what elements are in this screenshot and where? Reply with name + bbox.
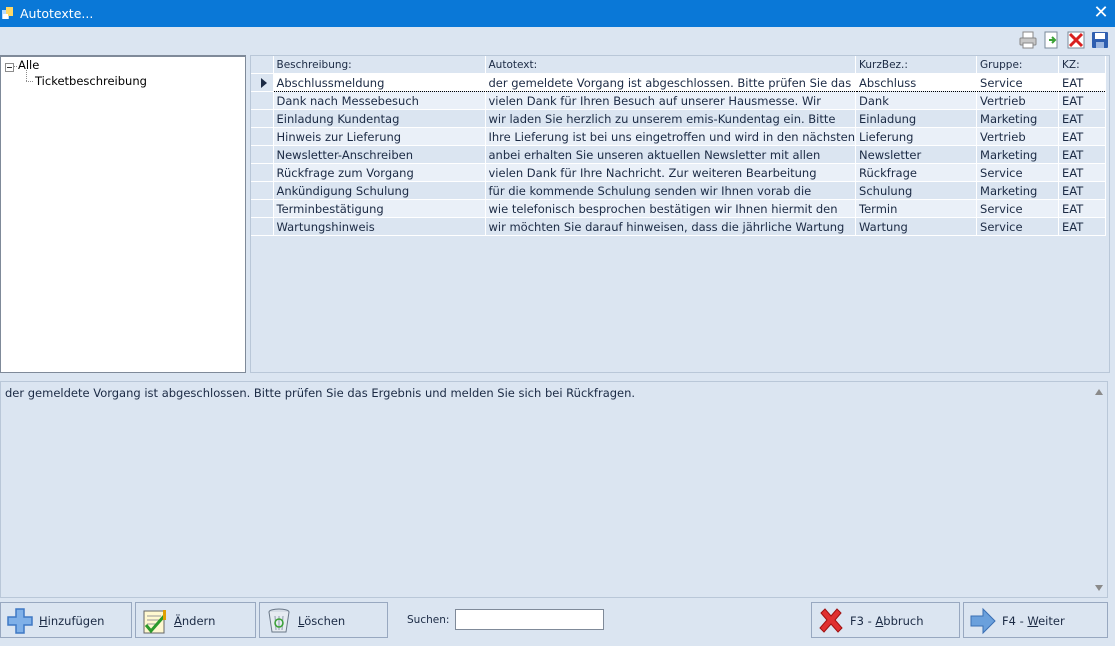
title-bar: Autotexte... ✕ bbox=[0, 0, 1115, 27]
cell-kz[interactable]: EAT bbox=[1058, 145, 1107, 164]
add-plus-icon bbox=[7, 608, 33, 634]
cell-kurzbez[interactable]: Einladung bbox=[855, 109, 978, 128]
window-title: Autotexte... bbox=[20, 6, 94, 21]
autotext-grid[interactable]: Beschreibung: Autotext: KurzBez.: Gruppe… bbox=[250, 55, 1110, 373]
cell-autotext[interactable]: der gemeldete Vorgang ist abgeschlossen.… bbox=[485, 73, 857, 92]
cell-beschreibung[interactable]: Dank nach Messebesuch bbox=[273, 91, 486, 110]
column-header-autotext[interactable]: Autotext: bbox=[485, 56, 857, 74]
cell-kz[interactable]: EAT bbox=[1058, 109, 1107, 128]
column-header-gruppe[interactable]: Gruppe: bbox=[976, 56, 1060, 74]
cell-beschreibung[interactable]: Newsletter-Anschreiben bbox=[273, 145, 486, 164]
cell-beschreibung[interactable]: Hinweis zur Lieferung bbox=[273, 127, 486, 146]
cell-autotext[interactable]: wir möchten Sie darauf hinweisen, dass d… bbox=[485, 217, 857, 236]
search-input[interactable] bbox=[455, 609, 604, 630]
app-icon bbox=[2, 7, 13, 19]
preview-scrollbar[interactable] bbox=[1091, 382, 1107, 597]
cell-kurzbez[interactable]: Termin bbox=[855, 199, 978, 218]
cancel-x-icon bbox=[819, 608, 843, 633]
autotext-table: Beschreibung: Autotext: KurzBez.: Gruppe… bbox=[251, 56, 1107, 236]
scroll-down-icon[interactable] bbox=[1095, 585, 1103, 591]
cell-beschreibung[interactable]: Wartungshinweis bbox=[273, 217, 486, 236]
cell-kurzbez[interactable]: Schulung bbox=[855, 181, 978, 200]
next-arrow-icon bbox=[970, 607, 996, 635]
cell-gruppe[interactable]: Service bbox=[976, 199, 1060, 218]
cell-autotext[interactable]: für die kommende Schulung senden wir Ihn… bbox=[485, 181, 857, 200]
column-header-kurzbez[interactable]: KurzBez.: bbox=[855, 56, 978, 74]
cell-gruppe[interactable]: Marketing bbox=[976, 145, 1060, 164]
edit-notepad-icon bbox=[143, 610, 167, 634]
search-label: Suchen: bbox=[407, 614, 450, 626]
table-row[interactable]: Wartungshinweis wir möchten Sie darauf h… bbox=[251, 217, 1107, 236]
cell-autotext[interactable]: vielen Dank für Ihren Besuch auf unserer… bbox=[485, 91, 857, 110]
cell-kz[interactable]: EAT bbox=[1058, 181, 1107, 200]
cell-autotext[interactable]: vielen Dank für Ihre Nachricht. Zur weit… bbox=[485, 163, 857, 182]
cell-gruppe[interactable]: Service bbox=[976, 73, 1060, 92]
cell-kz[interactable]: EAT bbox=[1058, 127, 1107, 146]
cell-kurzbez[interactable]: Wartung bbox=[855, 217, 978, 236]
cancel-button[interactable]: F3 - Abbruch bbox=[811, 602, 960, 638]
cell-kurzbez[interactable]: Newsletter bbox=[855, 145, 978, 164]
cell-kz[interactable]: EAT bbox=[1058, 91, 1107, 110]
cell-autotext[interactable]: wir laden Sie herzlich zu unserem emis-K… bbox=[485, 109, 857, 128]
table-row[interactable]: Hinweis zur Lieferung Ihre Lieferung ist… bbox=[251, 127, 1107, 146]
cell-kurzbez[interactable]: Abschluss bbox=[855, 73, 978, 92]
column-header-beschreibung[interactable]: Beschreibung: bbox=[273, 56, 486, 74]
cell-beschreibung[interactable]: Einladung Kundentag bbox=[273, 109, 486, 128]
cell-gruppe[interactable]: Marketing bbox=[976, 181, 1060, 200]
cell-kz[interactable]: EAT bbox=[1058, 163, 1107, 182]
row-pointer-icon bbox=[251, 73, 274, 92]
table-row[interactable]: Einladung Kundentag wir laden Sie herzli… bbox=[251, 109, 1107, 128]
save-disk-icon[interactable] bbox=[1091, 31, 1109, 49]
column-header-kz[interactable]: KZ: bbox=[1058, 56, 1107, 74]
print-icon[interactable] bbox=[1019, 31, 1037, 49]
delete-x-icon[interactable] bbox=[1067, 31, 1085, 49]
tree-node-ticketbeschreibung[interactable]: Ticketbeschreibung bbox=[35, 74, 147, 88]
cell-kurzbez[interactable]: Dank bbox=[855, 91, 978, 110]
cell-gruppe[interactable]: Marketing bbox=[976, 109, 1060, 128]
export-icon[interactable] bbox=[1043, 31, 1061, 49]
category-tree[interactable]: Alle Ticketbeschreibung bbox=[0, 55, 246, 373]
table-row[interactable]: Rückfrage zum Vorgang vielen Dank für Ih… bbox=[251, 163, 1107, 182]
cell-beschreibung[interactable]: Terminbestätigung bbox=[273, 199, 486, 218]
close-icon[interactable]: ✕ bbox=[1093, 3, 1109, 23]
cell-autotext[interactable]: wie telefonisch besprochen bestätigen wi… bbox=[485, 199, 857, 218]
cell-beschreibung[interactable]: Ankündigung Schulung bbox=[273, 181, 486, 200]
preview-text: der gemeldete Vorgang ist abgeschlossen.… bbox=[5, 386, 636, 400]
cell-kz[interactable]: EAT bbox=[1058, 73, 1107, 92]
cell-beschreibung[interactable]: Abschlussmeldung bbox=[273, 73, 486, 92]
cell-autotext[interactable]: anbei erhalten Sie unseren aktuellen New… bbox=[485, 145, 857, 164]
edit-button[interactable]: Ändern bbox=[135, 602, 256, 638]
table-row[interactable]: Newsletter-Anschreiben anbei erhalten Si… bbox=[251, 145, 1107, 164]
next-button[interactable]: F4 - Weiter bbox=[963, 602, 1108, 638]
cell-gruppe[interactable]: Service bbox=[976, 163, 1060, 182]
table-row[interactable]: Abschlussmeldung der gemeldete Vorgang i… bbox=[251, 73, 1107, 92]
cell-gruppe[interactable]: Vertrieb bbox=[976, 91, 1060, 110]
cell-kz[interactable]: EAT bbox=[1058, 199, 1107, 218]
cell-gruppe[interactable]: Vertrieb bbox=[976, 127, 1060, 146]
cell-beschreibung[interactable]: Rückfrage zum Vorgang bbox=[273, 163, 486, 182]
table-row[interactable]: Terminbestätigung wie telefonisch bespro… bbox=[251, 199, 1107, 218]
add-button[interactable]: Hinzufügen bbox=[0, 602, 132, 638]
autotext-preview[interactable]: der gemeldete Vorgang ist abgeschlossen.… bbox=[0, 381, 1108, 598]
table-row[interactable]: Dank nach Messebesuch vielen Dank für Ih… bbox=[251, 91, 1107, 110]
tree-node-alle[interactable]: Alle bbox=[18, 58, 39, 72]
table-header: Beschreibung: Autotext: KurzBez.: Gruppe… bbox=[251, 56, 1107, 74]
scroll-up-icon[interactable] bbox=[1095, 389, 1103, 395]
table-row[interactable]: Ankündigung Schulung für die kommende Sc… bbox=[251, 181, 1107, 200]
delete-button[interactable]: Löschen bbox=[259, 602, 388, 638]
cell-autotext[interactable]: Ihre Lieferung ist bei uns eingetroffen … bbox=[485, 127, 857, 146]
recycle-bin-icon bbox=[268, 608, 290, 633]
cell-kurzbez[interactable]: Lieferung bbox=[855, 127, 978, 146]
cell-kz[interactable]: EAT bbox=[1058, 217, 1107, 236]
cell-kurzbez[interactable]: Rückfrage bbox=[855, 163, 978, 182]
tree-collapse-icon[interactable] bbox=[5, 63, 14, 72]
cell-gruppe[interactable]: Service bbox=[976, 217, 1060, 236]
